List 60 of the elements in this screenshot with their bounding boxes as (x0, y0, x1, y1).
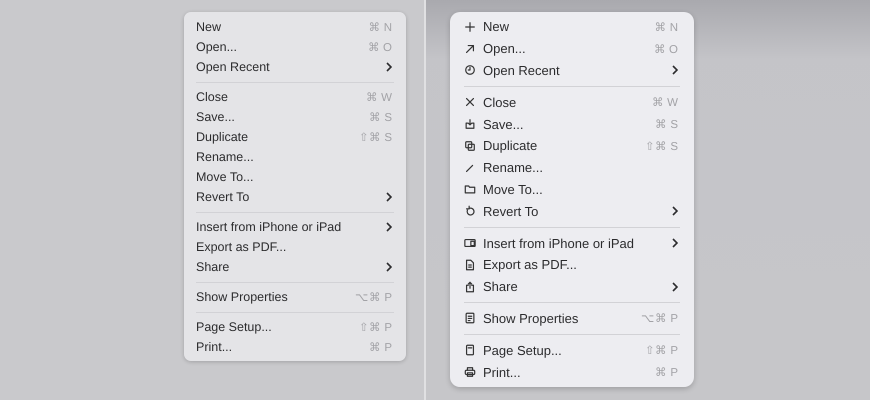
menu-item[interactable]: Page Setup... ⇧⌘ P (464, 339, 680, 362)
menu-item[interactable]: Print... ⌘ P (196, 337, 394, 357)
shortcut-label: ⌘ S (655, 118, 678, 132)
menu-item[interactable]: Rename... (464, 156, 680, 179)
menu-item[interactable]: Show Properties ⌥⌘ P (464, 308, 680, 330)
printer-icon (464, 366, 476, 378)
revert-icon (464, 205, 476, 218)
menu-item[interactable]: Duplicate ⇧⌘ S (196, 127, 394, 147)
menu-item[interactable]: Open Recent (464, 60, 680, 82)
menu-item[interactable]: New ⌘ N (464, 16, 680, 38)
shortcut-label: ⌥⌘ P (641, 312, 678, 326)
tray-icon (464, 118, 476, 130)
duplicate-icon (464, 140, 476, 152)
shortcut-label: ⇧⌘ P (359, 321, 392, 334)
menu-item[interactable]: Duplicate ⇧⌘ S (464, 134, 680, 157)
menu-item[interactable]: Page Setup... ⇧⌘ P (196, 317, 394, 337)
shortcut-label: ⌥⌘ P (355, 291, 392, 304)
shortcut-label: ⌘ N (368, 21, 392, 34)
menu-item[interactable]: Save... ⌘ S (196, 107, 394, 127)
shortcut-label: ⌘ O (654, 42, 678, 56)
menu-item[interactable]: Share (464, 276, 680, 298)
menu-item[interactable]: Open... ⌘ O (464, 38, 680, 60)
menu-item[interactable]: Rename... (196, 147, 394, 167)
menu-item[interactable]: Revert To (464, 200, 680, 222)
menu-item[interactable]: Close ⌘ W (464, 91, 680, 114)
menu-item[interactable]: Print... ⌘ P (464, 361, 680, 383)
shortcut-label: ⇧⌘ S (359, 131, 392, 144)
menu-item[interactable]: Insert from iPhone or iPad (464, 232, 680, 254)
folder-icon (464, 183, 476, 196)
menu-item[interactable]: Export as PDF... (464, 254, 680, 276)
menu-item[interactable]: Move To... (464, 178, 680, 200)
menu-item[interactable]: Close ⌘ W (196, 87, 394, 107)
menu-item[interactable]: Save... ⌘ S (464, 113, 680, 135)
clock-icon (464, 64, 476, 76)
menu-item[interactable]: Move To... (196, 167, 394, 187)
shortcut-label: ⌘ P (369, 341, 392, 354)
menu-item[interactable]: Export as PDF... (196, 237, 394, 257)
menu-item[interactable]: New ⌘ N (196, 17, 394, 37)
menu-item[interactable]: Share (196, 257, 394, 277)
share-icon (464, 280, 476, 293)
shortcut-label: ⌘ W (366, 91, 392, 104)
shortcut-label: ⇧⌘ S (645, 140, 678, 153)
device-icon (464, 237, 476, 250)
properties-icon (464, 312, 476, 324)
document-icon (464, 258, 476, 271)
menu-item[interactable]: Insert from iPhone or iPad (196, 217, 394, 237)
menu-item[interactable]: Open... ⌘ O (196, 37, 394, 57)
shortcut-label: ⌘ P (655, 366, 678, 380)
menu-item[interactable]: Show Properties ⌥⌘ P (196, 287, 394, 307)
page-icon (464, 344, 476, 356)
plus-icon (464, 20, 476, 33)
shortcut-label: ⌘ S (369, 111, 392, 124)
menu-item[interactable]: Open Recent (196, 57, 394, 77)
menu-item[interactable]: Revert To (196, 187, 394, 207)
shortcut-label: ⌘ O (368, 41, 392, 54)
shortcut-label: ⌘ W (652, 96, 678, 110)
shortcut-label: ⌘ N (654, 20, 678, 34)
close-icon (464, 96, 476, 108)
arrow-icon (464, 42, 476, 55)
shortcut-label: ⇧⌘ P (645, 344, 678, 358)
